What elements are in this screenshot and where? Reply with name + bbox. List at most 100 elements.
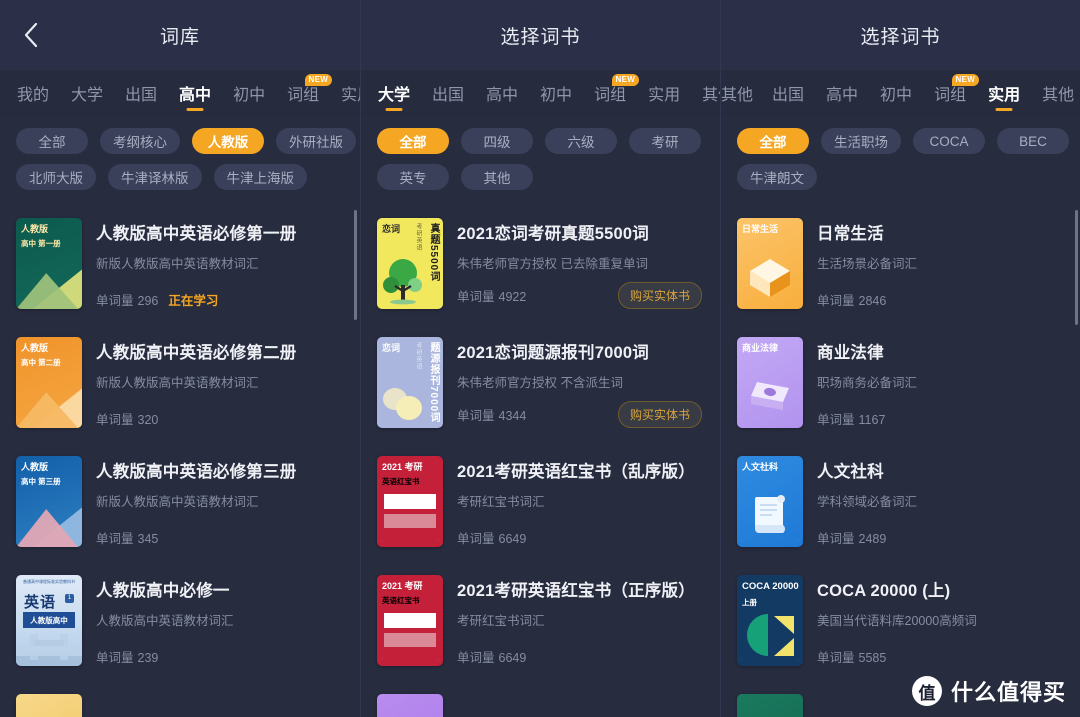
chip-renjiaoban[interactable]: 人教版 (192, 128, 264, 154)
chip-niujinshanghai[interactable]: 牛津上海版 (213, 164, 307, 190)
cover-band-pink (384, 514, 436, 528)
tab-cizu[interactable]: 词组 NEW (923, 70, 980, 116)
chip-coca[interactable]: COCA (913, 128, 985, 154)
panel3-scrollbar[interactable] (1075, 210, 1078, 325)
list-item[interactable]: 恋词 考研英语 真题5500词 · 2021恋词考研真题5500词 朱伟老师官方… (361, 208, 720, 327)
tab-label: 初中 (233, 87, 266, 104)
list-item[interactable]: 2021 考研 英语红宝书 · · 2021考研英语红宝书（正序版） 考研红宝书词… (361, 565, 720, 684)
panel1-tabs: 我的 大学 出国 高中 初中 词组 NEW 实用 (0, 70, 360, 116)
chip-quanbu[interactable]: 全部 (737, 128, 809, 154)
tab-chuguo[interactable]: 出国 (761, 70, 815, 116)
tab-label: 实用 (648, 87, 681, 104)
list-item[interactable]: 恋词 考研英语 题源报刊7000词 · 2021恋词题源报刊7000词 朱伟老师… (361, 327, 720, 446)
book-title: 人教版高中英语必修第二册 (96, 344, 297, 362)
chip-kaoyan[interactable]: 考研 (629, 128, 701, 154)
book-cover: COCA 20000 上册 · · (737, 575, 803, 666)
tab-shiyong[interactable]: 实用 (330, 70, 360, 116)
cover-corner-marks: · · (381, 657, 439, 663)
word-count: 单词量 4344 (457, 405, 526, 424)
tab-qita[interactable]: 其他 (691, 70, 720, 116)
list-item[interactable]: 人文社科 · · 人文社科 学科领域必备词汇 单词量 2489 (721, 446, 1080, 565)
tab-gaozhong[interactable]: 高中 (475, 70, 529, 116)
tab-cizu[interactable]: 词组 NEW (583, 70, 640, 116)
cover-subtitle: 英语红宝书 (382, 596, 420, 605)
panel-select-book-college: 选择词书 大学 出国 高中 初中 词组 NEW 实用 其他 全部 四级 六级 考… (360, 0, 720, 717)
tab-cizu[interactable]: 词组 NEW (276, 70, 333, 116)
cover-band-pink (384, 633, 436, 647)
word-count-value: 6649 (498, 651, 527, 665)
buy-physical-book-button[interactable]: 购买实体书 (617, 401, 702, 428)
pacman-art-icon (747, 614, 794, 656)
blob-art-icon (383, 388, 422, 420)
chip-label: 生活职场 (834, 135, 888, 150)
book-cover (737, 694, 803, 717)
book-footer: 单词量 5585 (817, 647, 1066, 666)
word-count-label: 单词量 (457, 532, 495, 546)
panel1-header: 词库 (0, 0, 360, 70)
tab-daxue[interactable]: 大学 (367, 70, 421, 116)
cover-subtitle: 上册 (742, 598, 757, 607)
panel1-filter-chips: 全部 考纲核心 人教版 外研社版 北师大版 牛津译林版 牛津上海版 (0, 116, 360, 200)
panel3-filter-chips: 全部 生活职场 COCA BEC 牛津朗文 (721, 116, 1080, 200)
chip-liuji[interactable]: 六级 (545, 128, 617, 154)
chip-niujinyilin[interactable]: 牛津译林版 (108, 164, 202, 190)
list-item[interactable] (361, 684, 720, 717)
tab-qita-left[interactable]: 其他 (721, 70, 761, 116)
tab-chuguo[interactable]: 出国 (114, 70, 168, 116)
chip-bec[interactable]: BEC (997, 128, 1069, 154)
chip-beishida[interactable]: 北师大版 (16, 164, 96, 190)
tab-gaozhong[interactable]: 高中 (168, 70, 222, 116)
list-item[interactable] (721, 684, 1080, 717)
tab-shiyong[interactable]: 实用 (637, 70, 691, 116)
chip-label: 其他 (483, 171, 511, 186)
list-item[interactable]: 人教版 高中 第三册 · · 人教版高中英语必修第三册 新版人教版高中英语教材词汇… (0, 446, 360, 565)
tab-daxue[interactable]: 大学 (60, 70, 114, 116)
tab-chuzhong[interactable]: 初中 (222, 70, 276, 116)
chip-shenghuozhichang[interactable]: 生活职场 (821, 128, 901, 154)
tab-shiyong[interactable]: 实用 (977, 70, 1031, 116)
chip-quanbu[interactable]: 全部 (377, 128, 449, 154)
list-item[interactable]: COCA 20000 上册 · · COCA 20000 (上) 美国当代语料库2… (721, 565, 1080, 684)
word-count-value: 1167 (858, 413, 886, 427)
chip-niujinlangwen[interactable]: 牛津朗文 (737, 164, 817, 190)
list-item[interactable]: 日常生活 · · 日常生活 生活场景必备词汇 单词量 2846 (721, 208, 1080, 327)
tab-chuzhong[interactable]: 初中 (869, 70, 923, 116)
book-title: 人教版高中英语必修第一册 (96, 225, 297, 243)
tab-qita[interactable]: 其他 (1031, 70, 1080, 116)
list-item[interactable]: 人教版 高中 第二册 · · 人教版高中英语必修第二册 新版人教版高中英语教材词汇… (0, 327, 360, 446)
list-item[interactable]: 普通高中课程标准实验教科书 英语 1 人教版高中 · · 人教版高中必修一 人教… (0, 565, 360, 684)
chip-kaogang[interactable]: 考纲核心 (100, 128, 180, 154)
chip-siji[interactable]: 四级 (461, 128, 533, 154)
word-count-label: 单词量 (96, 413, 134, 427)
list-item[interactable]: 2021 考研 英语红宝书 · · 2021考研英语红宝书（乱序版） 考研红宝书词… (361, 446, 720, 565)
cover-side-small: 考研英语 (415, 223, 421, 251)
tab-chuzhong[interactable]: 初中 (529, 70, 583, 116)
book-title: 2021恋词题源报刊7000词 (457, 344, 649, 362)
tab-wode[interactable]: 我的 (6, 70, 60, 116)
new-badge: NEW (951, 74, 980, 86)
chip-yingzhuan[interactable]: 英专 (377, 164, 449, 190)
chip-qita[interactable]: 其他 (461, 164, 533, 190)
word-count: 单词量 6649 (457, 647, 526, 666)
word-count: 单词量 1167 (817, 409, 885, 428)
tab-label: 出国 (772, 87, 805, 104)
tab-chuguo[interactable]: 出国 (421, 70, 475, 116)
chip-waiyanshe[interactable]: 外研社版 (276, 128, 356, 154)
book-meta: COCA 20000 (上) 美国当代语料库20000高频词 单词量 5585 (817, 575, 1066, 674)
buy-physical-book-button[interactable]: 购买实体书 (617, 282, 702, 309)
book-meta: 2021考研英语红宝书（乱序版） 考研红宝书词汇 单词量 6649 (457, 456, 706, 555)
back-button[interactable] (16, 20, 46, 50)
book-meta: 商业法律 职场商务必备词汇 单词量 1167 (817, 337, 1066, 436)
cover-corner-marks: · · (20, 419, 78, 425)
tab-label: 高中 (486, 87, 519, 104)
list-item[interactable] (0, 684, 360, 717)
word-count-value: 4922 (498, 290, 527, 304)
chip-quanbu[interactable]: 全部 (16, 128, 88, 154)
book-desc: 新版人教版高中英语教材词汇 (96, 376, 259, 390)
tab-gaozhong[interactable]: 高中 (815, 70, 869, 116)
panel1-scrollbar[interactable] (354, 210, 357, 320)
list-item[interactable]: 人教版 高中 第一册 · · 人教版高中英语必修第一册 新版人教版高中英语教材词汇… (0, 208, 360, 327)
word-count-label: 单词量 (817, 651, 855, 665)
list-item[interactable]: 商业法律 · · 商业法律 职场商务必备词汇 单词量 1167 (721, 327, 1080, 446)
book-meta: 人教版高中必修一 人教版高中英语教材词汇 单词量 239 (96, 575, 346, 674)
